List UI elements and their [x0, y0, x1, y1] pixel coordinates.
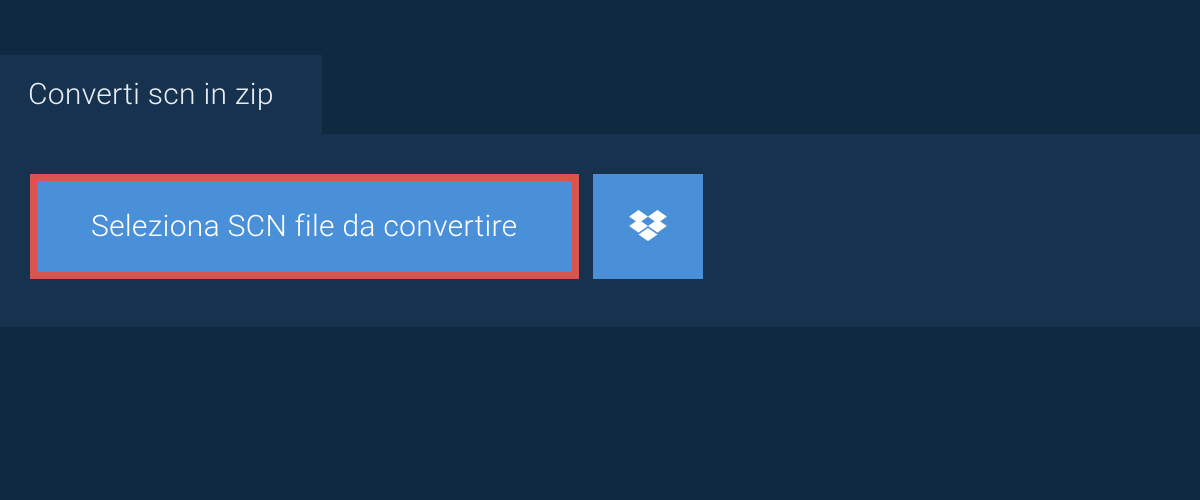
- select-file-button[interactable]: Seleziona SCN file da convertire: [30, 174, 579, 279]
- tab-label: Converti scn in zip: [28, 77, 274, 112]
- button-row: Seleziona SCN file da convertire: [30, 174, 1170, 279]
- content-panel: Seleziona SCN file da convertire: [0, 134, 1200, 327]
- dropbox-button[interactable]: [593, 174, 703, 279]
- select-file-label: Seleziona SCN file da convertire: [91, 209, 518, 244]
- tab-convert[interactable]: Converti scn in zip: [0, 55, 322, 134]
- dropbox-icon: [629, 210, 667, 244]
